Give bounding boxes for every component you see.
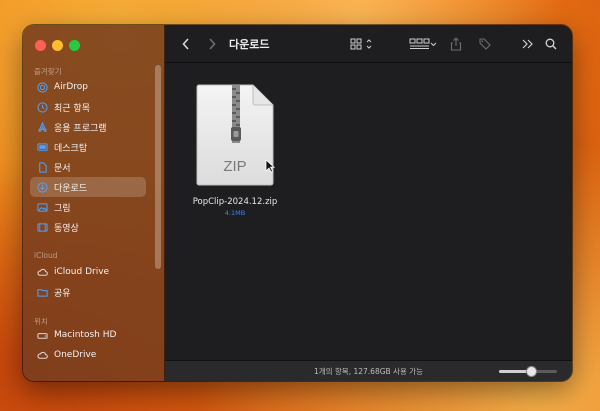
sidebar-section-icloud: iCloud (34, 251, 58, 260)
file-browser-area[interactable]: ZIP PopClip-2024.12.zip 4.1MB (165, 63, 572, 361)
sidebar-item-label: 공유 (54, 288, 71, 299)
sidebar-item-shared[interactable]: 공유 (30, 282, 146, 302)
sidebar-item-airdrop[interactable]: AirDrop (30, 77, 146, 97)
sidebar-item-applications[interactable]: 응용 프로그램 (30, 117, 146, 137)
download-icon (36, 181, 48, 193)
zip-label: ZIP (223, 158, 246, 175)
sidebar-item-label: iCloud Drive (54, 267, 110, 277)
cloud-icon (36, 349, 48, 361)
main-pane: 다운로드 ZIP PopClip-2024.12.zip 4.1MB 1개의 항… (165, 25, 572, 381)
mouse-cursor-icon (265, 158, 276, 177)
search-icon[interactable] (544, 34, 558, 54)
shared-folder-icon (36, 286, 48, 298)
airdrop-icon (36, 81, 48, 93)
sidebar-item-documents[interactable]: 문서 (30, 157, 146, 177)
file-name[interactable]: PopClip-2024.12.zip (192, 197, 278, 207)
sidebar-item-label: AirDrop (54, 82, 89, 92)
sidebar-item-label: Macintosh HD (54, 330, 117, 340)
clock-icon (36, 101, 48, 113)
chevron-left-icon[interactable] (179, 34, 193, 54)
icon-size-slider[interactable] (499, 366, 557, 377)
sidebar-item-label: 최근 항목 (54, 103, 90, 114)
sidebar-item-icloud-drive[interactable]: iCloud Drive (30, 262, 146, 282)
desktop-icon (36, 141, 48, 153)
sidebar-item-macintosh-hd[interactable]: Macintosh HD (30, 325, 146, 345)
hard-drive-icon (36, 329, 48, 341)
status-bar: 1개의 항목, 127.68GB 사용 가능 (165, 360, 572, 381)
sidebar-item-recents[interactable]: 최근 항목 (30, 97, 146, 117)
slider-knob[interactable] (525, 366, 537, 377)
window-title: 다운로드 (229, 38, 270, 51)
toolbar: 다운로드 (165, 25, 572, 63)
zoom-button[interactable] (69, 40, 80, 51)
sidebar: 즐겨찾기 AirDrop 최근 항목 응용 프로그램 데스크탑 문서 다운로드 … (23, 25, 165, 381)
photo-icon (36, 201, 48, 213)
sidebar-scrollbar[interactable] (155, 65, 161, 269)
window-controls (35, 40, 80, 51)
grid-view-icon[interactable] (349, 34, 379, 54)
close-button[interactable] (35, 40, 46, 51)
finder-window: 즐겨찾기 AirDrop 최근 항목 응용 프로그램 데스크탑 문서 다운로드 … (23, 25, 572, 381)
sidebar-item-label: 다운로드 (54, 183, 88, 194)
applications-icon (36, 121, 48, 133)
group-icon[interactable] (409, 34, 437, 54)
document-icon (36, 161, 48, 173)
sidebar-item-label: 문서 (54, 163, 71, 174)
chevron-right-icon[interactable] (205, 34, 219, 54)
sidebar-item-label: 데스크탑 (54, 143, 88, 154)
sidebar-item-downloads[interactable]: 다운로드 (30, 177, 146, 197)
status-text: 1개의 항목, 127.68GB 사용 가능 (313, 366, 424, 376)
file-size: 4.1MB (224, 209, 246, 217)
video-icon (36, 221, 48, 233)
tag-icon[interactable] (477, 34, 493, 54)
sidebar-section-favorites: 즐겨찾기 (34, 67, 62, 76)
sidebar-item-desktop[interactable]: 데스크탑 (30, 137, 146, 157)
chevron-double-right-icon[interactable] (521, 34, 535, 54)
sidebar-item-label: 그림 (54, 203, 71, 214)
sidebar-item-label: 응용 프로그램 (54, 123, 107, 134)
minimize-button[interactable] (52, 40, 63, 51)
sidebar-item-label: OneDrive (54, 350, 97, 360)
sidebar-item-pictures[interactable]: 그림 (30, 197, 146, 217)
sidebar-item-label: 동영상 (54, 223, 79, 234)
sidebar-item-movies[interactable]: 동영상 (30, 217, 146, 237)
file-item[interactable]: ZIP PopClip-2024.12.zip 4.1MB (192, 83, 278, 217)
cloud-icon (36, 266, 48, 278)
share-icon[interactable] (449, 34, 463, 54)
sidebar-item-onedrive[interactable]: OneDrive (30, 345, 146, 365)
